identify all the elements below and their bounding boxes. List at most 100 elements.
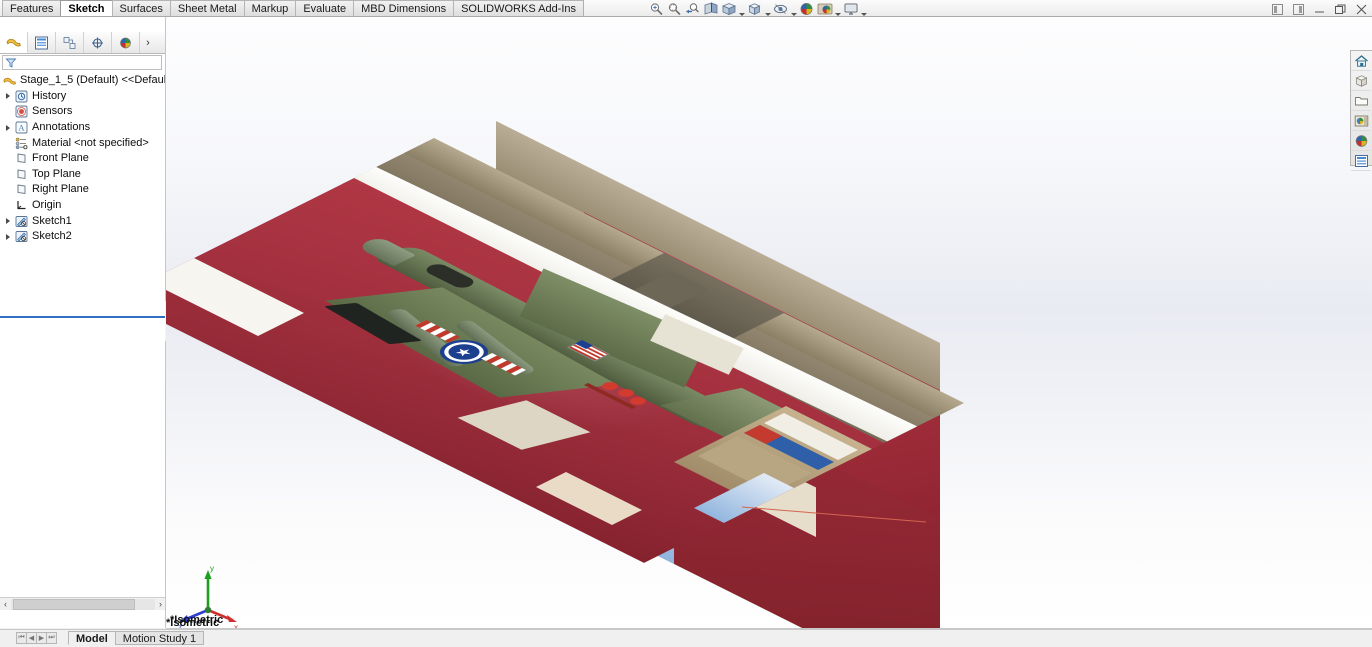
- task-pane: [1350, 50, 1372, 171]
- document-tab-strip: Model Motion Study 1: [68, 631, 205, 645]
- tab-model[interactable]: Model: [68, 631, 116, 645]
- feature-tree-filter-input[interactable]: [2, 55, 162, 70]
- view-settings-icon[interactable]: [842, 1, 859, 17]
- sketch-picture-model[interactable]: ★ y *Isometric: [166, 17, 1372, 628]
- more-tabs-chevron-icon[interactable]: ›: [140, 32, 156, 53]
- scroll-thumb[interactable]: [13, 598, 135, 610]
- tree-item-label: Front Plane: [32, 152, 89, 165]
- previous-view-icon[interactable]: [684, 1, 701, 17]
- ribbon-tab-strip: Features Sketch Surfaces Sheet Metal Mar…: [2, 0, 585, 17]
- plane-icon: [14, 182, 29, 197]
- view-palette-icon[interactable]: [1351, 111, 1371, 131]
- tree-item-label: Right Plane: [32, 183, 89, 196]
- view-orientation-icon[interactable]: [720, 1, 737, 17]
- ribbon-tab-mbd-dimensions[interactable]: MBD Dimensions: [353, 0, 455, 16]
- display-style-caret-icon[interactable]: [764, 0, 771, 19]
- section-view-icon[interactable]: [702, 1, 719, 17]
- tree-item-label: Top Plane: [32, 167, 81, 180]
- feature-manager-design-tree-tab[interactable]: [0, 32, 28, 53]
- zoom-to-area-icon[interactable]: [666, 1, 683, 17]
- tree-item-sketch1[interactable]: Sketch1: [0, 213, 166, 229]
- plane-icon: [14, 151, 29, 166]
- edit-appearance-icon[interactable]: [798, 1, 815, 17]
- dimxpert-manager-tab[interactable]: [84, 32, 112, 53]
- tree-item-label: History: [32, 89, 67, 102]
- feature-manager-panel: › Stage_1_5 (Default) <<Default>_Displa …: [0, 17, 166, 628]
- tree-root-label: Stage_1_5 (Default) <<Default>_Displa: [20, 74, 166, 87]
- tree-item-material[interactable]: Material <not specified>: [0, 135, 166, 151]
- sketch-icon: [14, 229, 29, 244]
- no-expand-arrow-icon: [2, 167, 14, 182]
- tab-motion-study-1[interactable]: Motion Study 1: [114, 631, 205, 645]
- rollback-bar[interactable]: [0, 316, 166, 318]
- svg-text:y: y: [210, 564, 214, 573]
- configuration-manager-tab[interactable]: [56, 32, 84, 53]
- view-toolbar: [648, 1, 867, 17]
- restore-document-left-icon[interactable]: [1271, 3, 1284, 16]
- ribbon-tab-solidworks-add-ins[interactable]: SOLIDWORKS Add-Ins: [453, 0, 585, 16]
- display-style-icon[interactable]: [746, 1, 763, 17]
- no-expand-arrow-icon: [2, 182, 14, 197]
- custom-properties-icon[interactable]: [1351, 151, 1371, 171]
- ribbon-tab-markup[interactable]: Markup: [243, 0, 297, 16]
- restore-icon[interactable]: [1334, 3, 1347, 16]
- tree-item-origin[interactable]: Origin: [0, 198, 166, 214]
- window-controls: [1271, 1, 1368, 17]
- tree-item-right-plane[interactable]: Right Plane: [0, 182, 166, 198]
- no-expand-arrow-icon: [2, 104, 14, 119]
- restore-document-right-icon[interactable]: [1292, 3, 1305, 16]
- feature-tree-horizontal-scrollbar[interactable]: ‹ ›: [0, 597, 166, 610]
- apply-scene-icon[interactable]: [816, 1, 833, 17]
- ribbon-tab-sheet-metal[interactable]: Sheet Metal: [169, 0, 245, 16]
- expand-arrow-icon[interactable]: [2, 229, 14, 244]
- feature-tree: Stage_1_5 (Default) <<Default>_Displa Hi…: [0, 73, 166, 633]
- expand-arrow-icon[interactable]: [2, 120, 14, 135]
- file-explorer-icon[interactable]: [1351, 91, 1371, 111]
- annotations-icon: A: [14, 120, 29, 135]
- close-icon[interactable]: [1355, 3, 1368, 16]
- tree-item-sketch2[interactable]: Sketch2: [0, 229, 166, 245]
- scroll-left-arrow-icon[interactable]: ‹: [0, 598, 11, 610]
- tree-item-top-plane[interactable]: Top Plane: [0, 167, 166, 183]
- hide-show-items-icon[interactable]: [772, 1, 789, 17]
- history-icon: [14, 89, 29, 104]
- zoom-to-fit-icon[interactable]: [648, 1, 665, 17]
- no-expand-arrow-icon: [2, 136, 14, 151]
- design-library-icon[interactable]: [1351, 71, 1371, 91]
- tree-root-item[interactable]: Stage_1_5 (Default) <<Default>_Displa: [0, 73, 166, 89]
- hide-show-items-caret-icon[interactable]: [790, 0, 797, 19]
- ribbon-tab-sketch[interactable]: Sketch: [60, 0, 113, 16]
- tree-item-front-plane[interactable]: Front Plane: [0, 151, 166, 167]
- svg-text:A: A: [18, 123, 25, 133]
- view-orientation-caret-icon[interactable]: [738, 0, 745, 19]
- status-bar: *Isometric ⏮ ◀ ▶ ⏭ Model Motion Study 1: [0, 614, 1372, 647]
- tree-item-sensors[interactable]: Sensors: [0, 104, 166, 120]
- feature-manager-tab-strip: ›: [0, 32, 166, 54]
- appearances-scenes-decals-icon[interactable]: [1351, 131, 1371, 151]
- expand-arrow-icon[interactable]: [2, 214, 14, 229]
- graphics-viewport[interactable]: ★ y *Isometric: [166, 17, 1372, 628]
- sensors-icon: [14, 104, 29, 119]
- view-settings-caret-icon[interactable]: [860, 0, 867, 19]
- ribbon-tab-evaluate[interactable]: Evaluate: [295, 0, 355, 16]
- ribbon-tab-surfaces[interactable]: Surfaces: [111, 0, 171, 16]
- property-manager-tab[interactable]: [28, 32, 56, 53]
- solidworks-window: Features Sketch Surfaces Sheet Metal Mar…: [0, 0, 1372, 647]
- tree-item-annotations[interactable]: A Annotations: [0, 120, 166, 136]
- apply-scene-caret-icon[interactable]: [834, 0, 841, 19]
- tree-item-history[interactable]: History: [0, 89, 166, 105]
- tree-item-label: Sketch2: [32, 230, 72, 243]
- ribbon-bar: Features Sketch Surfaces Sheet Metal Mar…: [0, 0, 1372, 17]
- display-manager-tab[interactable]: [112, 32, 140, 53]
- minimize-icon[interactable]: [1313, 3, 1326, 16]
- tree-item-label: Annotations: [32, 121, 91, 134]
- origin-icon: [14, 198, 29, 213]
- last-tab-button[interactable]: ⏭: [46, 632, 57, 644]
- solidworks-resources-icon[interactable]: [1351, 51, 1371, 71]
- plane-icon: [14, 167, 29, 182]
- ribbon-tab-features[interactable]: Features: [2, 0, 62, 16]
- tree-item-label: Origin: [32, 199, 62, 212]
- scroll-track[interactable]: [11, 598, 155, 610]
- expand-arrow-icon[interactable]: [2, 89, 14, 104]
- tree-item-label: Sensors: [32, 105, 73, 118]
